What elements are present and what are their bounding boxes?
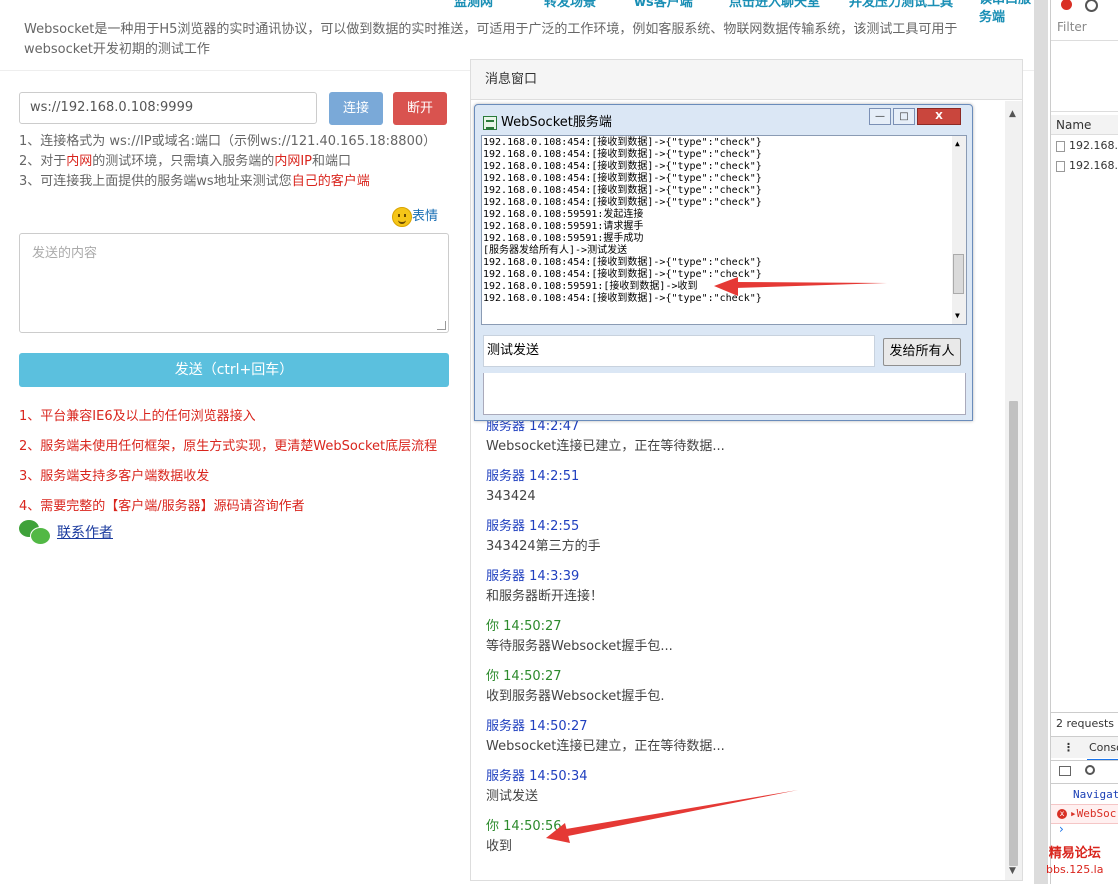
- more-icon[interactable]: ⋮: [1063, 737, 1074, 759]
- request-row[interactable]: 192.168.0: [1056, 139, 1118, 152]
- error-icon: x: [1057, 809, 1067, 819]
- request-count: 2 requests: [1051, 712, 1118, 734]
- file-icon: [1056, 160, 1065, 172]
- filter-input[interactable]: Filter: [1057, 20, 1087, 34]
- devtools-pane: Filter Name 192.168.0 192.168.0 2 reques…: [1034, 0, 1118, 884]
- drawer-tabs: ⋮ Conso: [1051, 736, 1118, 761]
- watermark: 精易论坛 bbs.125.la: [1046, 846, 1104, 876]
- sidebar-toggle-icon[interactable]: [1059, 766, 1071, 776]
- request-row[interactable]: 192.168.0: [1056, 159, 1118, 172]
- clear-icon[interactable]: [1085, 0, 1098, 12]
- annotation-arrows: [546, 277, 887, 843]
- arrow-icon: [546, 790, 798, 843]
- devtools-network: Filter Name 192.168.0 192.168.0 2 reques…: [1050, 0, 1118, 884]
- record-icon[interactable]: [1061, 0, 1072, 10]
- page-scrollbar[interactable]: [1034, 0, 1048, 884]
- overview-panel: [1051, 40, 1118, 112]
- tab-console[interactable]: Conso: [1087, 737, 1118, 761]
- clear-console-icon[interactable]: [1085, 765, 1095, 775]
- console-prompt[interactable]: ›: [1059, 822, 1064, 836]
- console-toolbar: [1051, 760, 1118, 784]
- console-log-line: Navigat: [1073, 788, 1118, 801]
- arrow-icon: [714, 277, 887, 296]
- file-icon: [1056, 140, 1065, 152]
- name-column-header[interactable]: Name: [1051, 115, 1118, 135]
- console-error-line[interactable]: x ▸WebSoc: [1051, 804, 1118, 824]
